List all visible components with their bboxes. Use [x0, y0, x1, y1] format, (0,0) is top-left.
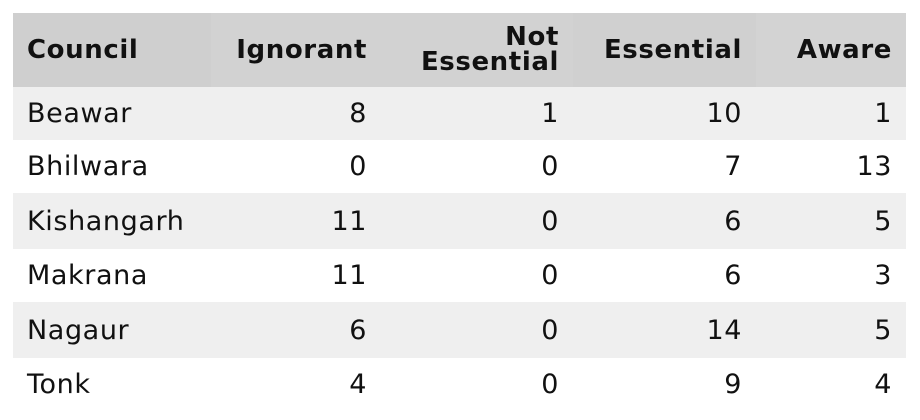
cell-not-essential: 1 [541, 98, 559, 129]
cell-not-essential: 0 [541, 205, 559, 237]
table-row: Bhilwara 0 0 7 13 [13, 140, 906, 193]
cell-ignorant: 0 [349, 151, 367, 182]
cell-aware: 5 [874, 314, 892, 346]
header-council-label: Council [27, 34, 139, 65]
header-not-essential-line-2: Essential [420, 47, 559, 77]
header-not-essential: Not Essential [381, 13, 573, 87]
council-table: Council Ignorant Not Essential Essential… [13, 13, 906, 411]
table-row: Beawar 8 1 10 1 [13, 87, 906, 140]
cell-council: Bhilwara [27, 151, 149, 182]
cell-essential: 6 [724, 260, 742, 291]
cell-not-essential: 0 [541, 260, 559, 291]
cell-not-essential: 0 [541, 369, 559, 400]
cell-essential: 6 [724, 205, 742, 237]
header-aware: Aware [756, 13, 906, 87]
cell-ignorant: 4 [349, 369, 367, 400]
cell-essential: 7 [724, 151, 742, 182]
table-row: Nagaur 6 0 14 5 [13, 302, 906, 358]
cell-not-essential: 0 [541, 314, 559, 346]
cell-ignorant: 11 [331, 205, 367, 237]
cell-essential: 14 [706, 314, 742, 346]
table-row: Kishangarh 11 0 6 5 [13, 193, 906, 249]
cell-ignorant: 8 [349, 98, 367, 129]
header-essential-label: Essential [603, 34, 742, 65]
table-row: Makrana 11 0 6 3 [13, 249, 906, 302]
cell-council: Makrana [27, 260, 148, 291]
cell-aware: 5 [874, 205, 892, 237]
cell-aware: 3 [874, 260, 892, 291]
cell-ignorant: 6 [349, 314, 367, 346]
cell-council: Tonk [27, 369, 91, 400]
header-council: Council [13, 13, 211, 87]
table-row: Tonk 4 0 9 4 [13, 358, 906, 411]
cell-essential: 9 [724, 369, 742, 400]
header-row: Council Ignorant Not Essential Essential… [13, 13, 906, 87]
cell-ignorant: 11 [331, 260, 367, 291]
cell-council: Beawar [27, 98, 133, 129]
cell-not-essential: 0 [541, 151, 559, 182]
header-ignorant-label: Ignorant [236, 34, 367, 65]
header-essential: Essential [573, 13, 756, 87]
cell-aware: 13 [856, 151, 892, 182]
cell-aware: 1 [874, 98, 892, 129]
cell-council: Nagaur [27, 314, 130, 346]
cell-council: Kishangarh [27, 205, 185, 237]
cell-essential: 10 [706, 98, 742, 129]
header-aware-label: Aware [796, 34, 892, 65]
header-ignorant: Ignorant [211, 13, 381, 87]
cell-aware: 4 [874, 369, 892, 400]
